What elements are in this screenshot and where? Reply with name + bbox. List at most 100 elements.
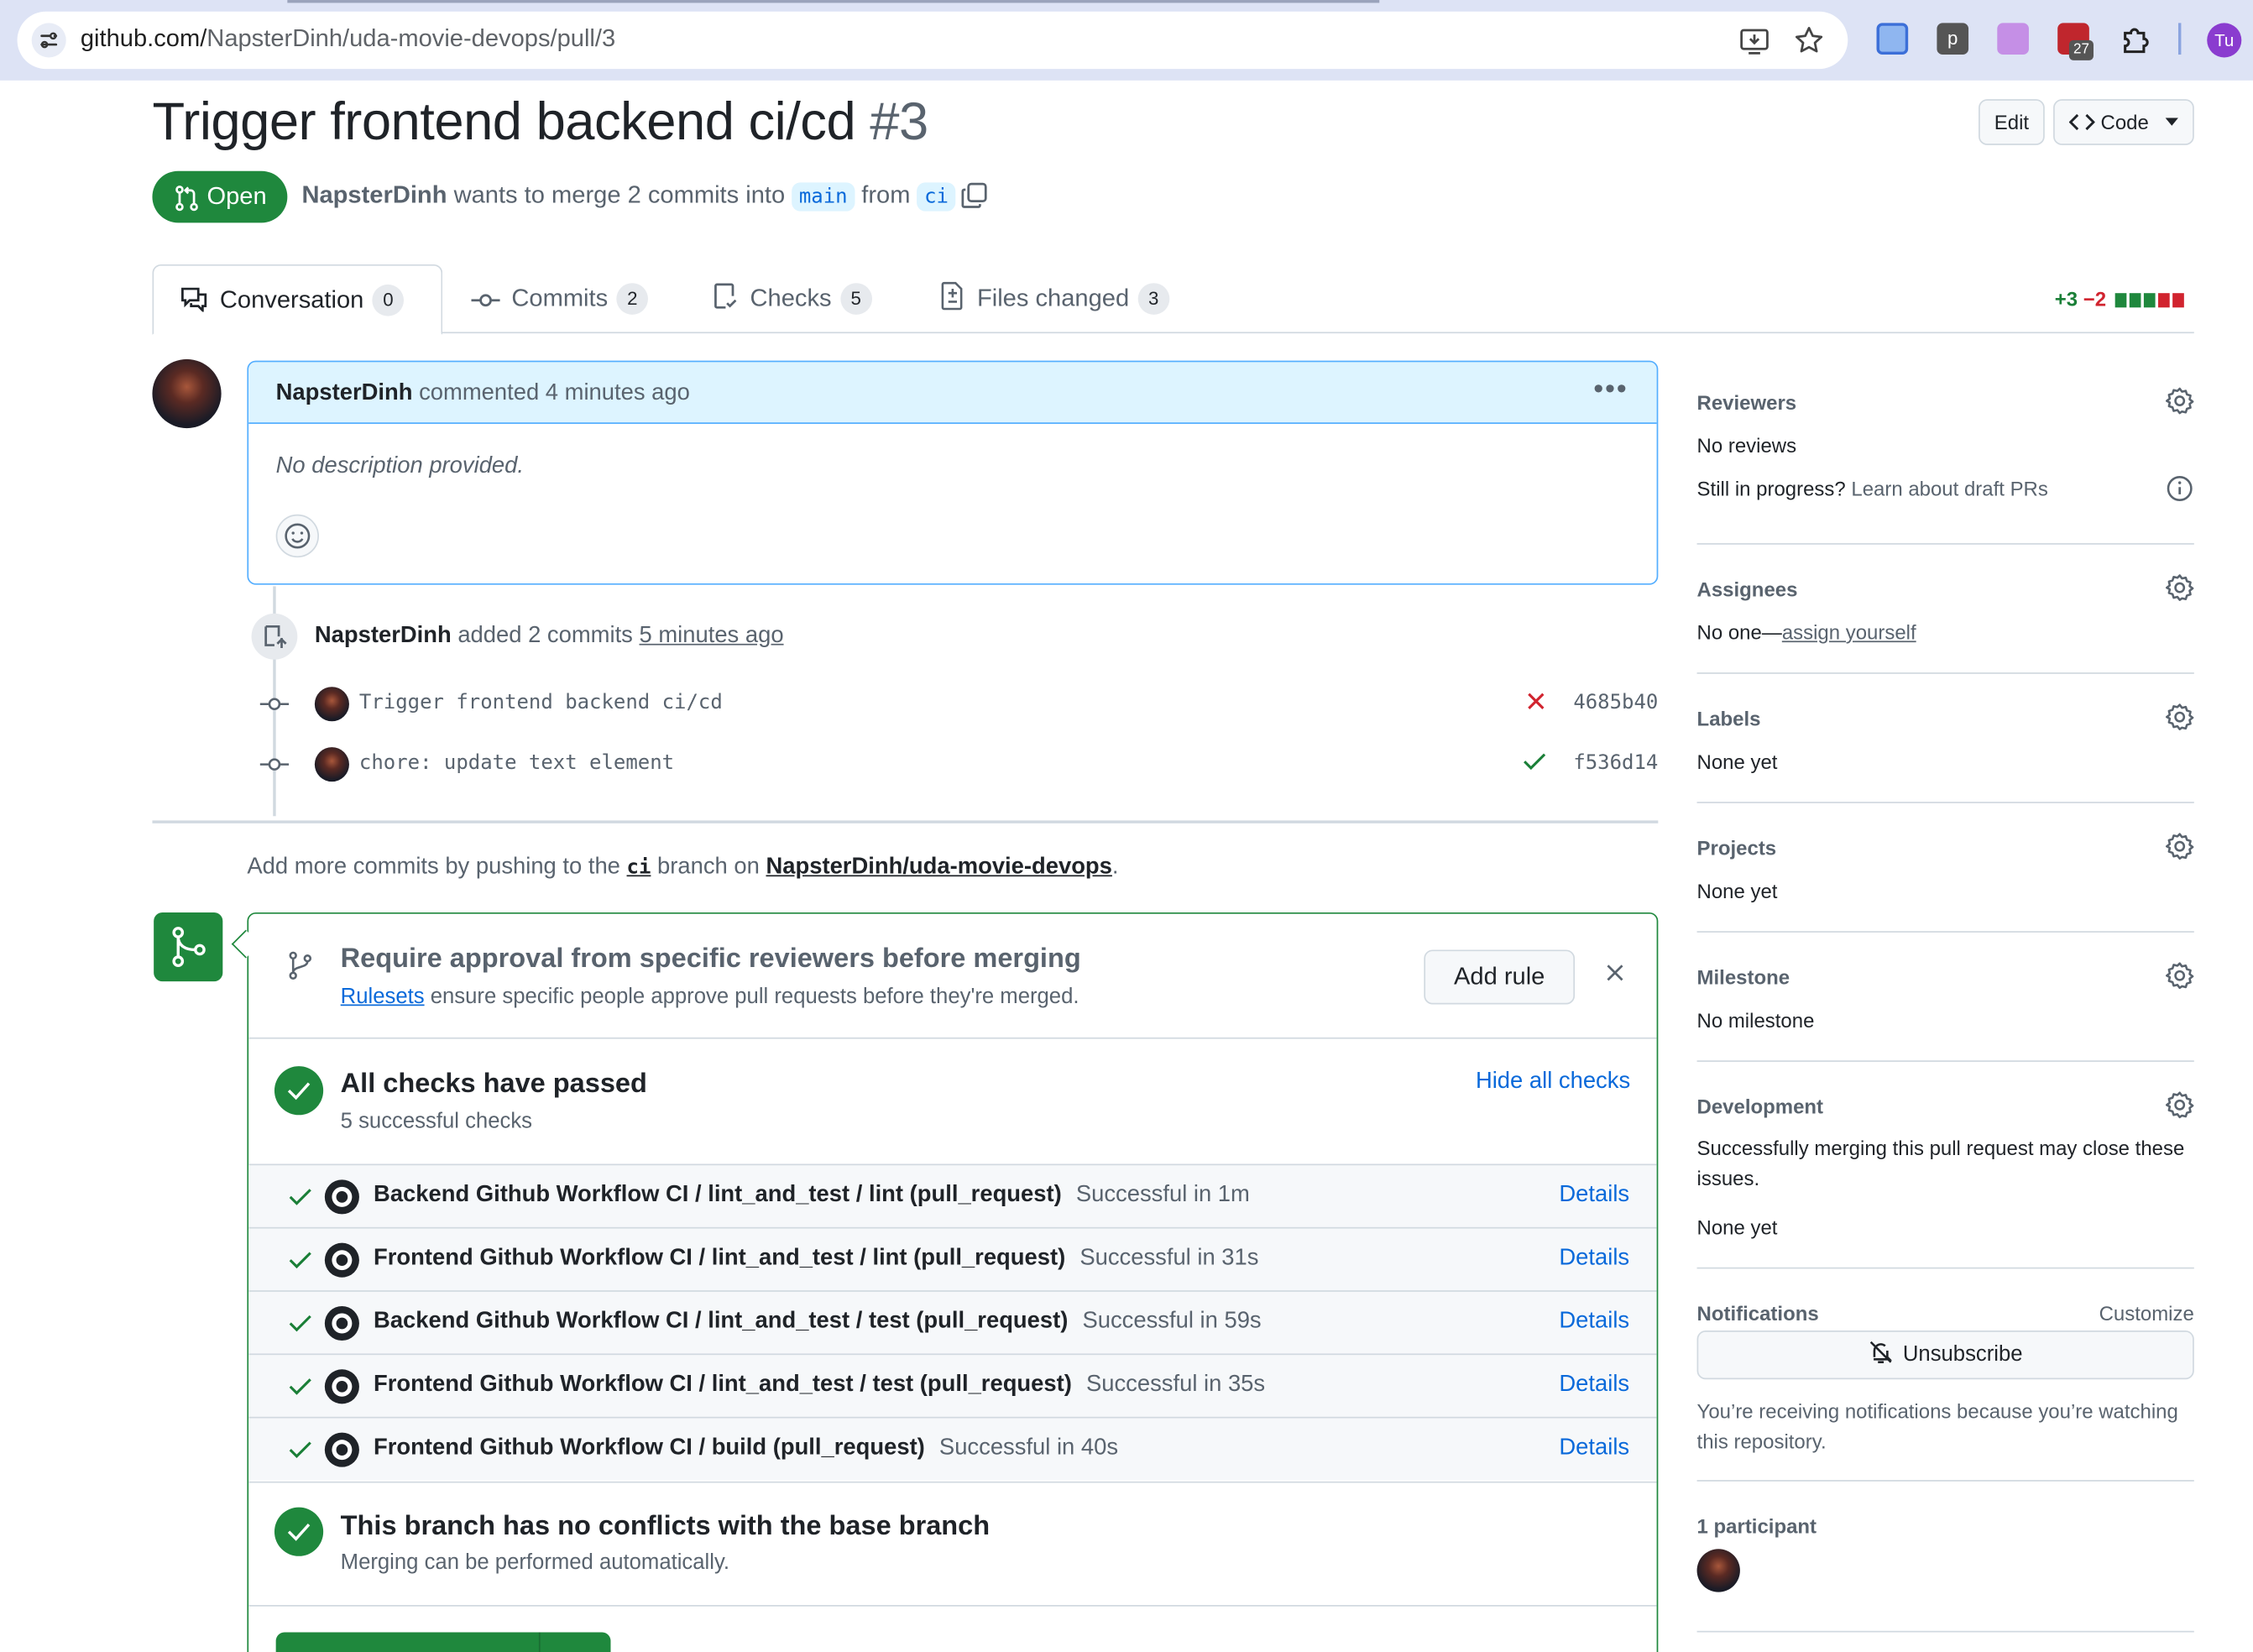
commit-sha-link[interactable]: f536d14: [1573, 751, 1658, 774]
commit-author-avatar[interactable]: [314, 747, 349, 782]
bookmark-star-icon[interactable]: [1793, 24, 1825, 56]
extensions-puzzle-icon[interactable]: [2118, 22, 2152, 56]
timeline-divider: [152, 820, 1659, 823]
copy-icon[interactable]: [959, 181, 988, 210]
edit-button[interactable]: Edit: [1979, 99, 2045, 145]
comment-author-link[interactable]: NapsterDinh: [276, 381, 413, 405]
diffstat: +3 −2: [2055, 287, 2184, 311]
check-details-link[interactable]: Details: [1559, 1435, 1629, 1461]
push-author-link[interactable]: NapsterDinh: [315, 624, 452, 648]
rulesets-link[interactable]: Rulesets: [341, 985, 425, 1009]
repo-link[interactable]: NapsterDinh/uda-movie-devops: [766, 855, 1111, 879]
pr-title: Trigger frontend backend ci/cd #3: [152, 91, 928, 151]
check-name: Frontend Github Workflow CI / lint_and_t…: [374, 1372, 1072, 1397]
info-icon[interactable]: [2166, 474, 2194, 503]
tab-files-changed[interactable]: Files changed 3: [939, 264, 1170, 333]
sidebar-development-text: Successfully merging this pull request m…: [1696, 1136, 2185, 1190]
git-merge-icon: [154, 912, 223, 982]
gear-icon[interactable]: [2166, 1090, 2194, 1119]
extension-p-icon[interactable]: p: [1937, 23, 1969, 55]
comment-header: NapsterDinh commented 4 minutes ago: [248, 362, 1657, 424]
comment-discussion-icon: [181, 287, 207, 312]
check-name: Frontend Github Workflow CI / lint_and_t…: [374, 1246, 1066, 1271]
sidebar-reviewers: Reviewers No reviews Still in progress? …: [1696, 387, 2194, 545]
commit-author-avatar[interactable]: [314, 687, 349, 722]
check-success-icon[interactable]: [1523, 751, 1546, 771]
add-reaction-button[interactable]: [275, 514, 320, 558]
checks-title: All checks have passed: [340, 1069, 647, 1100]
sidebar-labels-value: None yet: [1696, 750, 1778, 773]
hide-checks-link[interactable]: Hide all checks: [1476, 1069, 1630, 1095]
push-time-link[interactable]: 5 minutes ago: [640, 624, 784, 648]
notifications-note: You’re receiving notifications because y…: [1696, 1399, 2178, 1453]
x-fail-icon[interactable]: [1526, 691, 1546, 711]
git-commit-icon: [259, 758, 290, 771]
browser-toolbar: github.com/NapsterDinh/uda-movie-devops/…: [0, 0, 2253, 81]
site-settings-icon[interactable]: [31, 23, 66, 58]
base-branch[interactable]: main: [792, 182, 855, 212]
checks-subtitle: 5 successful checks: [340, 1109, 533, 1134]
sidebar-notifications: Notifications Customize Unsubscribe You’…: [1696, 1302, 2194, 1482]
gear-icon[interactable]: [2166, 832, 2194, 860]
conflict-section: [248, 1481, 1657, 1607]
check-details-link[interactable]: Details: [1559, 1183, 1629, 1209]
unsubscribe-button[interactable]: Unsubscribe: [1696, 1330, 2194, 1380]
tab-conversation[interactable]: Conversation 0: [152, 264, 443, 335]
pr-author-link[interactable]: NapsterDinh: [301, 181, 447, 209]
gear-icon[interactable]: [2166, 703, 2194, 731]
commit-message-link[interactable]: chore: update text element: [359, 751, 674, 774]
gear-icon[interactable]: [2166, 386, 2194, 415]
check-circle-icon: [274, 1507, 324, 1556]
file-diff-icon: [941, 281, 963, 311]
url-text[interactable]: github.com/NapsterDinh/uda-movie-devops/…: [81, 24, 615, 53]
head-branch[interactable]: ci: [917, 182, 956, 212]
install-app-icon[interactable]: [1738, 26, 1770, 58]
check-row: Frontend Github Workflow CI / lint_and_t…: [248, 1353, 1657, 1417]
chevron-down-icon: [2166, 118, 2179, 126]
sidebar-labels-title: Labels: [1696, 707, 1761, 730]
author-avatar[interactable]: [152, 358, 222, 429]
check-row: Backend Github Workflow CI / lint_and_te…: [248, 1290, 1657, 1354]
push-event: NapsterDinh added 2 commits 5 minutes ag…: [314, 623, 784, 648]
comment-body: No description provided.: [275, 453, 525, 479]
conflict-title: This branch has no conflicts with the ba…: [340, 1511, 991, 1542]
check-icon: [289, 1441, 311, 1459]
check-status: Successful in 35s: [1085, 1372, 1266, 1397]
hint-branch[interactable]: ci: [627, 856, 651, 879]
sidebar-milestone-title: Milestone: [1696, 965, 1790, 989]
extension-icon[interactable]: [1997, 23, 2029, 55]
sidebar-labels: Labels None yet: [1696, 703, 2194, 803]
assign-yourself-link[interactable]: assign yourself: [1782, 620, 1916, 643]
commit-row: Trigger frontend backend ci/cd 4685b40: [259, 687, 1658, 722]
commit-sha-link[interactable]: 4685b40: [1573, 691, 1658, 714]
repo-push-icon: [251, 613, 298, 660]
merge-button[interactable]: [275, 1632, 611, 1652]
add-rule-button[interactable]: Add rule: [1424, 949, 1576, 1005]
extension-icon[interactable]: [1876, 23, 1909, 55]
commit-message-link[interactable]: Trigger frontend backend ci/cd: [359, 691, 723, 714]
profile-avatar[interactable]: Tu: [2207, 23, 2242, 58]
code-button[interactable]: Code: [2053, 99, 2194, 145]
tab-commits[interactable]: Commits 2: [471, 264, 649, 333]
kebab-menu-icon[interactable]: •••: [1593, 374, 1628, 406]
participant-avatar[interactable]: [1696, 1549, 1740, 1592]
gear-icon[interactable]: [2166, 573, 2194, 602]
check-details-link[interactable]: Details: [1559, 1246, 1629, 1272]
git-commit-icon: [471, 294, 500, 307]
check-icon: [289, 1252, 311, 1269]
sidebar-projects-title: Projects: [1696, 836, 1777, 860]
check-details-link[interactable]: Details: [1559, 1372, 1629, 1398]
draft-pr-link[interactable]: Learn about draft PRs: [1851, 477, 2047, 499]
check-row: Backend Github Workflow CI / lint_and_te…: [248, 1163, 1657, 1227]
extension-badge: 27: [2068, 39, 2094, 60]
pr-tabs: Conversation 0 Commits 2 Checks 5 Files cha…: [152, 264, 2194, 335]
address-bar[interactable]: github.com/NapsterDinh/uda-movie-devops/…: [17, 11, 1848, 70]
customize-notifications-link[interactable]: Customize: [2099, 1302, 2194, 1325]
sidebar-assignees-title: Assignees: [1696, 578, 1798, 601]
check-circle-icon: [274, 1066, 324, 1116]
gear-icon[interactable]: [2166, 961, 2194, 990]
close-icon[interactable]: [1605, 963, 1625, 983]
tab-checks[interactable]: Checks 5: [713, 264, 872, 333]
check-name: Backend Github Workflow CI / lint_and_te…: [374, 1309, 1069, 1334]
check-details-link[interactable]: Details: [1559, 1309, 1629, 1335]
